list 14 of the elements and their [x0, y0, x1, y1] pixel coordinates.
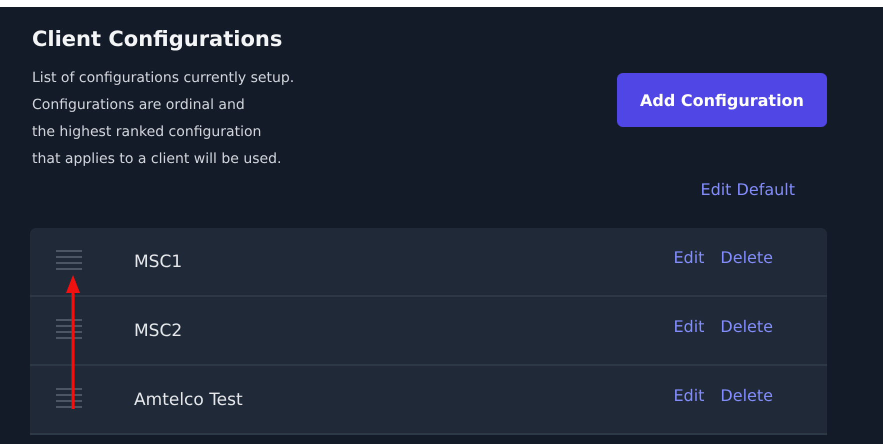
configuration-name: MSC2 — [134, 320, 184, 340]
configuration-name: Amtelco Test — [134, 390, 244, 410]
edit-link[interactable]: Edit — [673, 386, 704, 405]
edit-default-link[interactable]: Edit Default — [700, 180, 795, 199]
add-configuration-button[interactable]: Add Configuration — [617, 73, 827, 127]
description: List of configurations currently setup. Configurations are ordinal and the highest ranked configuration that applies to a client will be used. — [32, 69, 294, 169]
delete-link[interactable]: Delete — [720, 386, 773, 405]
drag-handle-icon[interactable] — [56, 248, 82, 270]
delete-link[interactable]: Delete — [720, 317, 773, 336]
edit-link[interactable]: Edit — [673, 317, 704, 336]
edit-link[interactable]: Edit — [673, 248, 704, 267]
page-title: Client Configurations — [32, 27, 284, 51]
configuration-name: MSC1 — [134, 252, 184, 272]
delete-link[interactable]: Delete — [720, 248, 773, 267]
